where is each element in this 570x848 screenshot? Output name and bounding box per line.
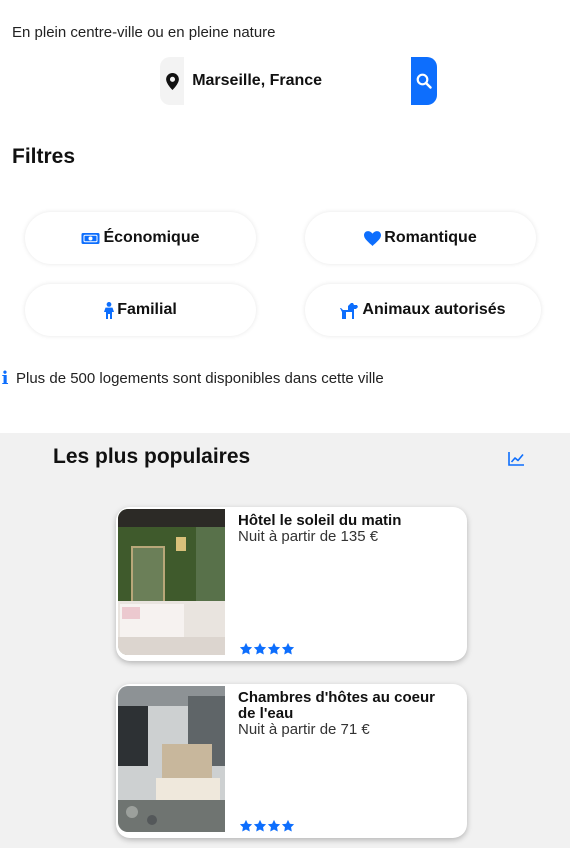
search-icon xyxy=(416,73,432,89)
filter-romantique[interactable]: Romantique xyxy=(305,212,536,264)
info-icon: i xyxy=(1,368,9,389)
search-button[interactable] xyxy=(411,57,437,105)
hotel-name: Chambres d'hôtes au coeur de l'eau xyxy=(238,689,435,722)
filter-label: Familial xyxy=(117,301,177,318)
heart-icon xyxy=(364,230,382,246)
star-icon xyxy=(253,642,267,655)
hotel-card[interactable]: Hôtel le soleil du matin Nuit à partir d… xyxy=(116,507,467,661)
availability-info: i Plus de 500 logements sont disponibles… xyxy=(0,368,384,389)
tagline: En plein centre-ville ou en pleine natur… xyxy=(12,24,276,41)
hotel-photo xyxy=(118,509,225,655)
chart-line-icon[interactable] xyxy=(508,451,525,471)
filter-familial[interactable]: Familial xyxy=(25,284,256,336)
hotel-info: Chambres d'hôtes au coeur de l'eau Nuit … xyxy=(238,690,438,738)
search-input[interactable] xyxy=(184,57,412,105)
rating-stars xyxy=(239,819,295,833)
person-icon xyxy=(104,301,115,319)
star-icon xyxy=(239,642,253,655)
dog-icon xyxy=(340,302,359,319)
filter-label: Romantique xyxy=(384,229,477,246)
star-icon xyxy=(267,819,281,832)
star-icon xyxy=(253,819,267,832)
hotel-name: Hôtel le soleil du matin xyxy=(238,512,402,529)
rating-stars xyxy=(239,642,295,656)
popular-title: Les plus populaires xyxy=(53,445,251,468)
filters-title: Filtres xyxy=(12,145,76,168)
map-pin-icon xyxy=(160,57,184,105)
search-bar xyxy=(160,57,437,105)
hotel-price: Nuit à partir de 135 € xyxy=(238,528,379,545)
filter-economique[interactable]: Économique xyxy=(25,212,256,264)
star-icon xyxy=(267,642,281,655)
star-icon xyxy=(281,819,295,832)
hotel-price: Nuit à partir de 71 € xyxy=(238,721,370,738)
filter-label: Économique xyxy=(103,229,200,246)
filter-label: Animaux autorisés xyxy=(362,301,506,318)
hotel-card[interactable]: Chambres d'hôtes au coeur de l'eau Nuit … xyxy=(116,684,467,838)
star-icon xyxy=(281,642,295,655)
star-icon xyxy=(239,819,253,832)
availability-text: Plus de 500 logements sont disponibles d… xyxy=(16,370,384,387)
hotel-photo xyxy=(118,686,225,832)
filter-animaux[interactable]: Animaux autorisés xyxy=(305,284,541,336)
money-icon xyxy=(81,232,100,245)
hotel-info: Hôtel le soleil du matin Nuit à partir d… xyxy=(238,513,438,545)
popular-section: Les plus populaires Hôtel le soleil du m… xyxy=(0,433,570,848)
